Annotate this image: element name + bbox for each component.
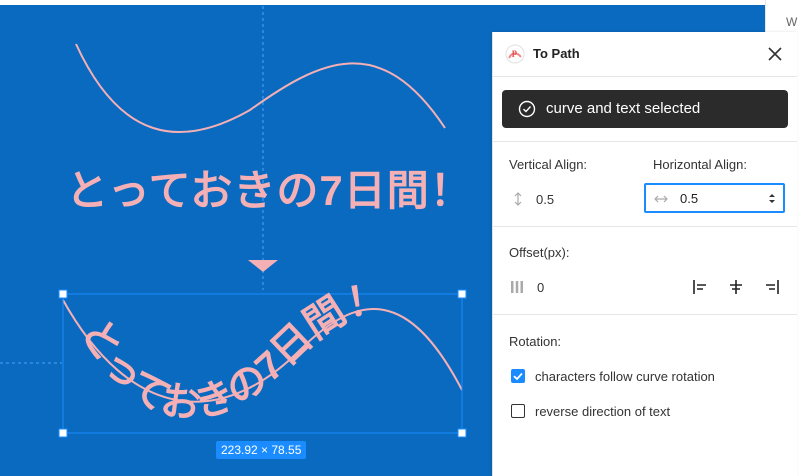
selection-handle-tl[interactable] [58,289,68,299]
align-right-icon[interactable] [762,278,780,296]
selection-handle-br[interactable] [457,428,467,438]
check-circle-icon [518,100,536,118]
selection-handle-bl[interactable] [58,428,68,438]
stepper-icon[interactable] [766,191,778,206]
to-path-plugin-panel: p To Path curve and text selected Vertic… [492,32,797,476]
horizontal-align-label: Horizontal Align: [653,157,747,172]
toast-message: curve and text selected [546,100,701,117]
align-left-icon[interactable] [692,278,710,296]
source-text[interactable]: とっておきの7日間！ [66,157,473,218]
offset-label: Offset(px): [509,245,570,260]
reverse-direction-checkbox[interactable] [511,404,525,418]
source-curve[interactable] [75,43,446,134]
horizontal-align-field[interactable] [644,183,785,213]
horizontal-align-input[interactable] [680,190,760,207]
offset-value[interactable]: 0 [537,280,544,295]
follow-rotation-checkbox[interactable] [511,369,525,383]
selection-handle-tr[interactable] [457,289,467,299]
curved-text-path: とっておきの7日間！ [72,276,390,427]
reverse-direction-label[interactable]: reverse direction of text [535,404,670,419]
svg-text:p: p [512,47,517,57]
down-arrow-icon [248,260,278,272]
horizontal-arrows-icon [654,195,668,203]
vertical-align-label: Vertical Align: [509,157,588,172]
plugin-logo-icon: p [505,44,525,64]
panel-header: p To Path [493,32,797,77]
curved-text[interactable]: とっておきの7日間！ [72,276,390,427]
rotation-label: Rotation: [509,334,562,349]
vertical-align-value[interactable]: 0.5 [536,192,554,207]
checkmark-icon [513,372,523,381]
top-toolbar-edge [0,0,765,5]
selection-size-badge: 223.92 × 78.55 [216,441,307,459]
vertical-arrows-icon [514,192,522,206]
strip-letter: W [786,15,798,29]
divider [493,314,797,315]
divider [493,226,797,227]
align-center-icon[interactable] [727,278,745,296]
divider [493,141,797,142]
close-icon[interactable] [765,44,785,64]
follow-rotation-label[interactable]: characters follow curve rotation [535,369,715,384]
offset-bars-icon [511,281,523,293]
panel-title: To Path [533,46,580,61]
status-toast: curve and text selected [502,90,788,128]
